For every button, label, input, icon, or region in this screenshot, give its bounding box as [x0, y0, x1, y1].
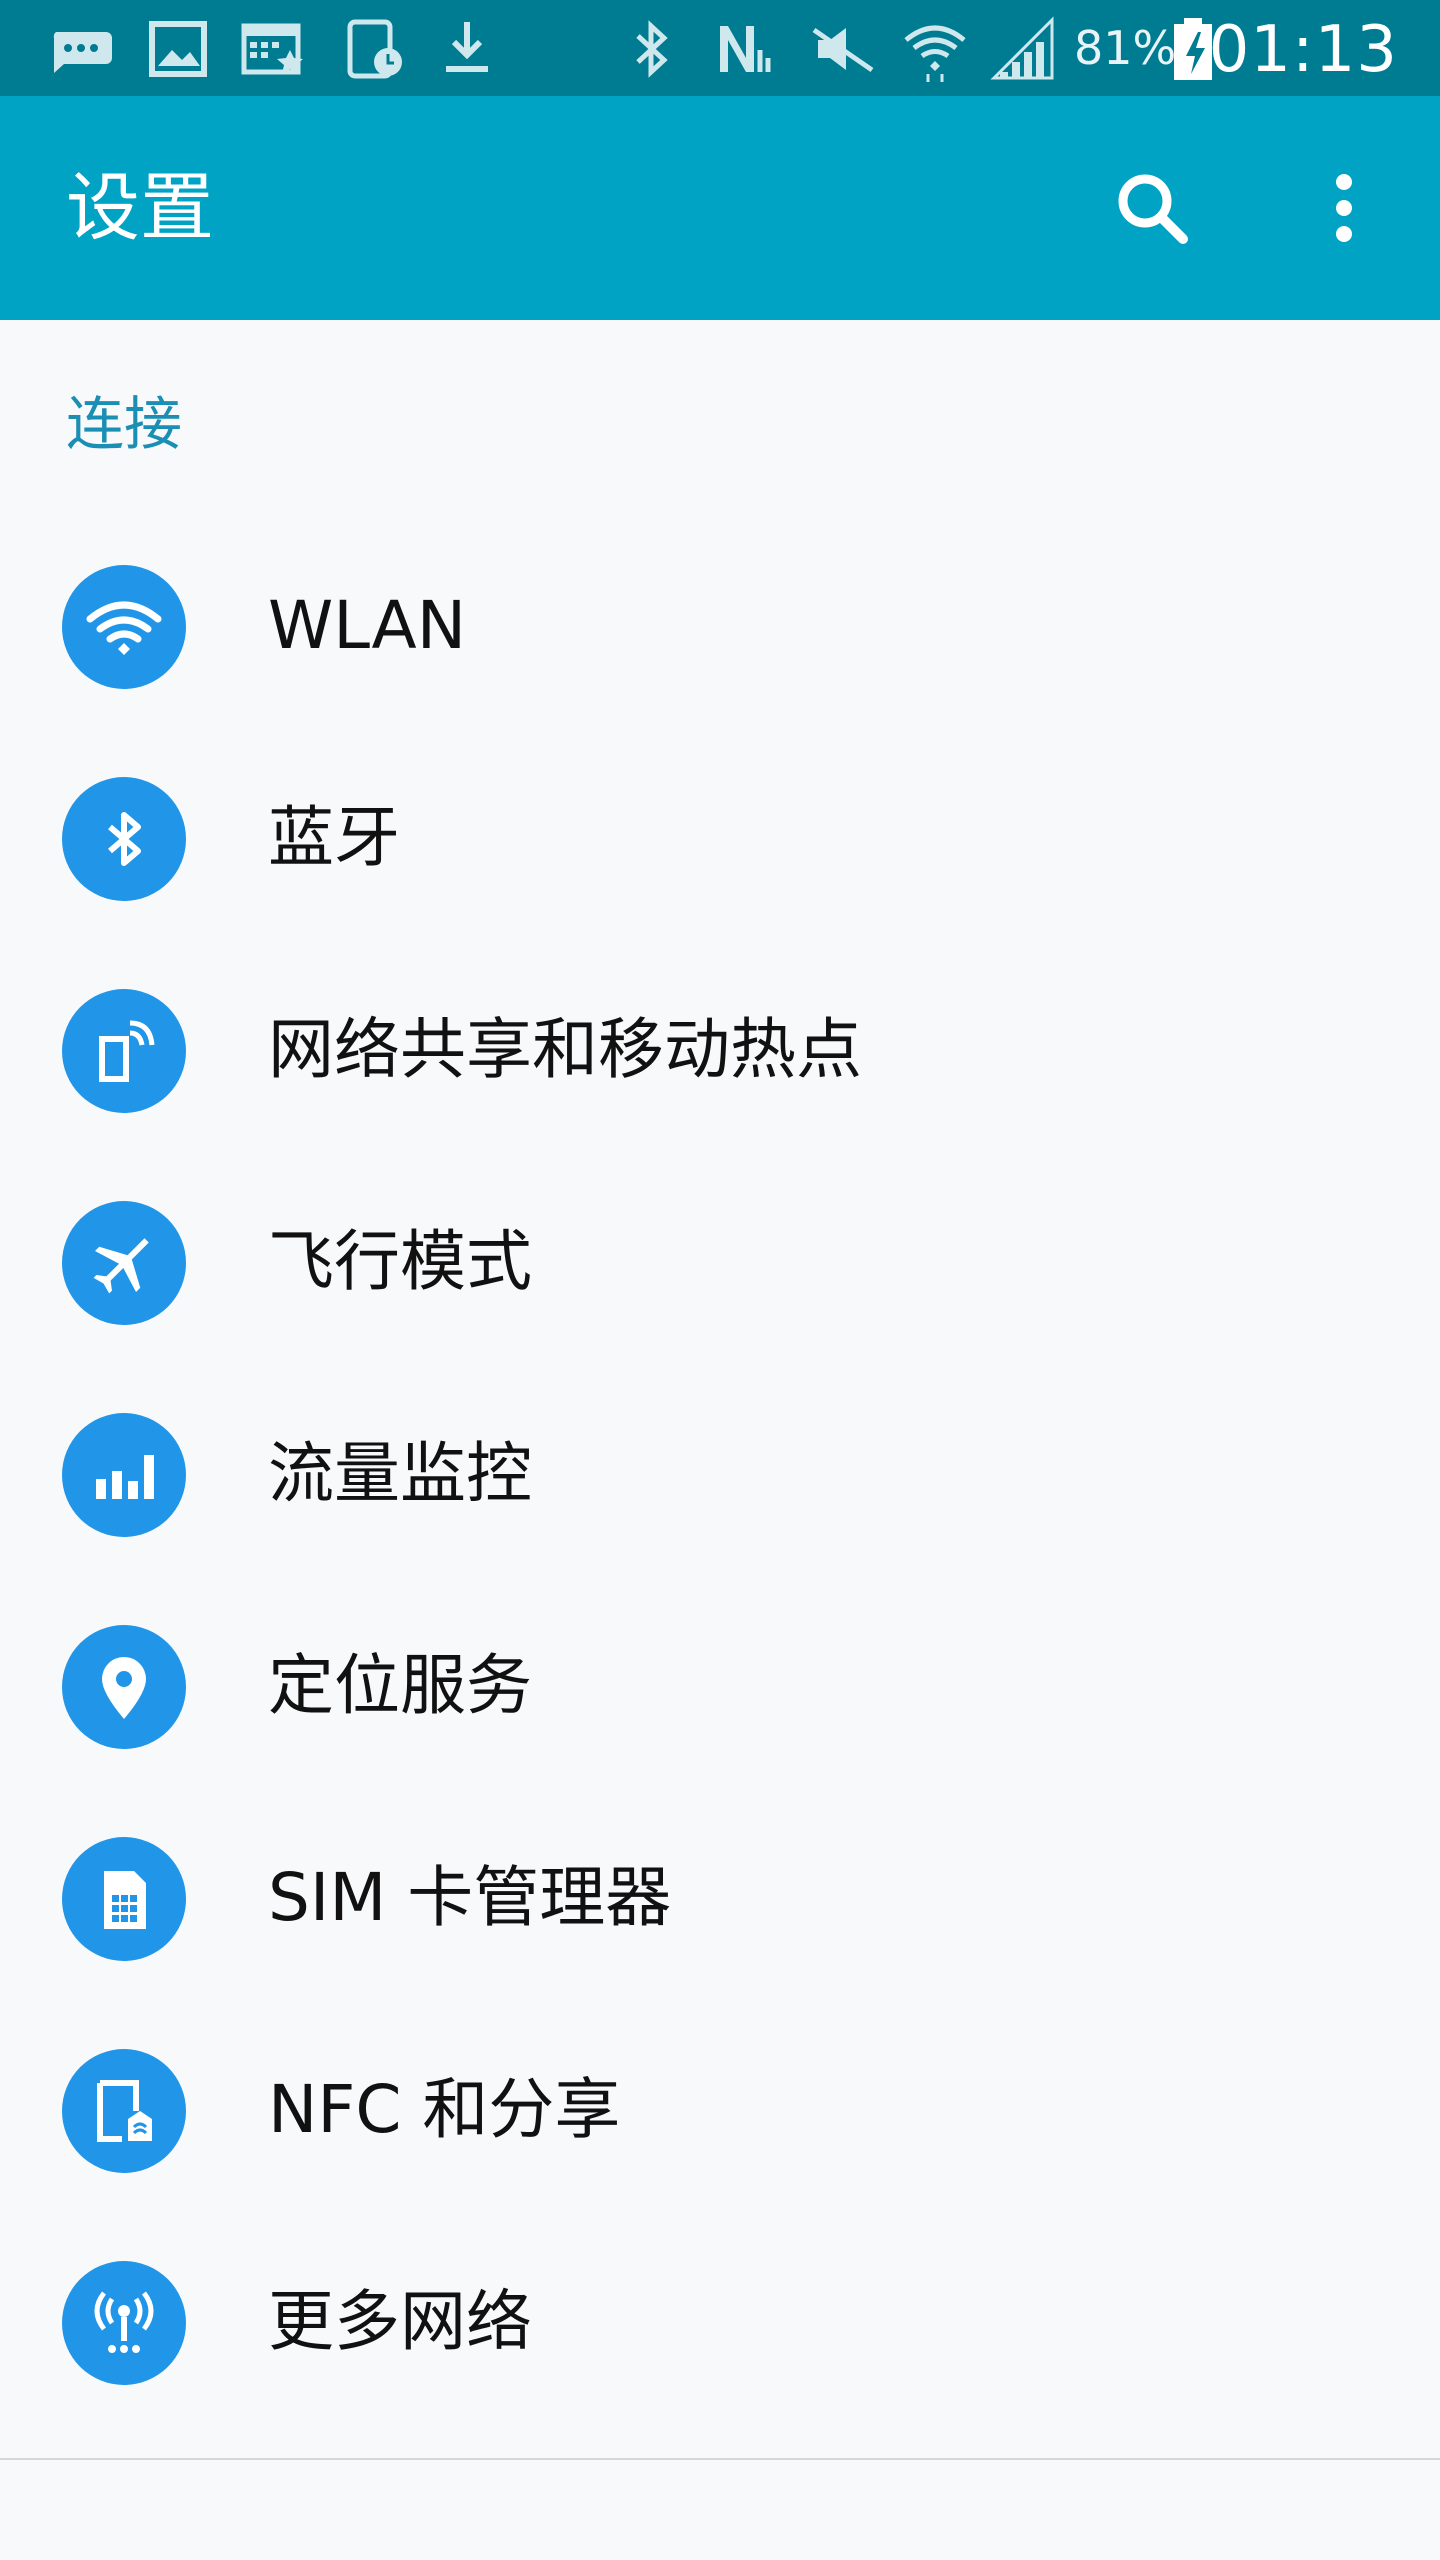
section-header-connections: 连接 [66, 390, 183, 458]
image-icon [149, 21, 207, 77]
app-bar: 设置 [0, 96, 1440, 320]
location-icon [62, 1625, 186, 1749]
settings-item-wlan[interactable]: WLAN [0, 520, 1440, 732]
more-networks-icon [62, 2261, 186, 2385]
settings-item-label: SIM 卡管理器 [268, 1859, 672, 1936]
settings-item-label: 更多网络 [268, 2283, 532, 2360]
settings-item-label: 飞行模式 [268, 1223, 532, 1300]
settings-item-label: WLAN [268, 587, 467, 664]
download-icon [446, 22, 488, 72]
clock: 01:13 [1208, 13, 1398, 87]
settings-item-label: 流量监控 [268, 1435, 532, 1512]
settings-item-label: NFC 和分享 [268, 2071, 621, 2148]
status-bar: 81% 01:13 [0, 0, 1440, 96]
airplane-icon [62, 1201, 186, 1325]
signal-icon [990, 16, 1054, 80]
nfc-share-icon [62, 2049, 186, 2173]
search-icon [1118, 174, 1188, 244]
settings-item-airplane-mode[interactable]: 飞行模式 [0, 1156, 1440, 1368]
page-title: 设置 [66, 165, 214, 251]
sim-card-icon [62, 1837, 186, 1961]
message-icon [53, 32, 112, 73]
settings-item-label: 网络共享和移动热点 [268, 1011, 862, 1088]
calendar-icon [241, 23, 303, 75]
settings-item-label: 定位服务 [268, 1647, 532, 1724]
battery-percent: 81% [1074, 21, 1177, 75]
tablet-clock-icon [347, 19, 402, 79]
more-vert-icon [1336, 174, 1352, 242]
settings-list: WLAN 蓝牙 网络共享和移动热点 飞行模式 流量监控 定位服务 SIM 卡管理… [0, 520, 1440, 2428]
nfc-icon [720, 26, 771, 72]
wifi-icon [62, 565, 186, 689]
settings-item-nfc-share[interactable]: NFC 和分享 [0, 2004, 1440, 2216]
settings-item-hotspot[interactable]: 网络共享和移动热点 [0, 944, 1440, 1156]
more-options-button[interactable] [1286, 150, 1402, 266]
settings-item-bluetooth[interactable]: 蓝牙 [0, 732, 1440, 944]
hotspot-icon [62, 989, 186, 1113]
settings-item-location[interactable]: 定位服务 [0, 1580, 1440, 1792]
settings-item-label: 蓝牙 [268, 799, 400, 876]
settings-item-more-networks[interactable]: 更多网络 [0, 2216, 1440, 2428]
settings-item-sim-manager[interactable]: SIM 卡管理器 [0, 1792, 1440, 2004]
bluetooth-icon [62, 777, 186, 901]
divider [0, 2458, 1440, 2460]
wifi-icon [904, 25, 966, 82]
search-button[interactable] [1094, 150, 1210, 266]
bluetooth-icon [636, 20, 668, 78]
settings-item-data-usage[interactable]: 流量监控 [0, 1368, 1440, 1580]
mute-icon [812, 27, 874, 73]
data-usage-icon [62, 1413, 186, 1537]
